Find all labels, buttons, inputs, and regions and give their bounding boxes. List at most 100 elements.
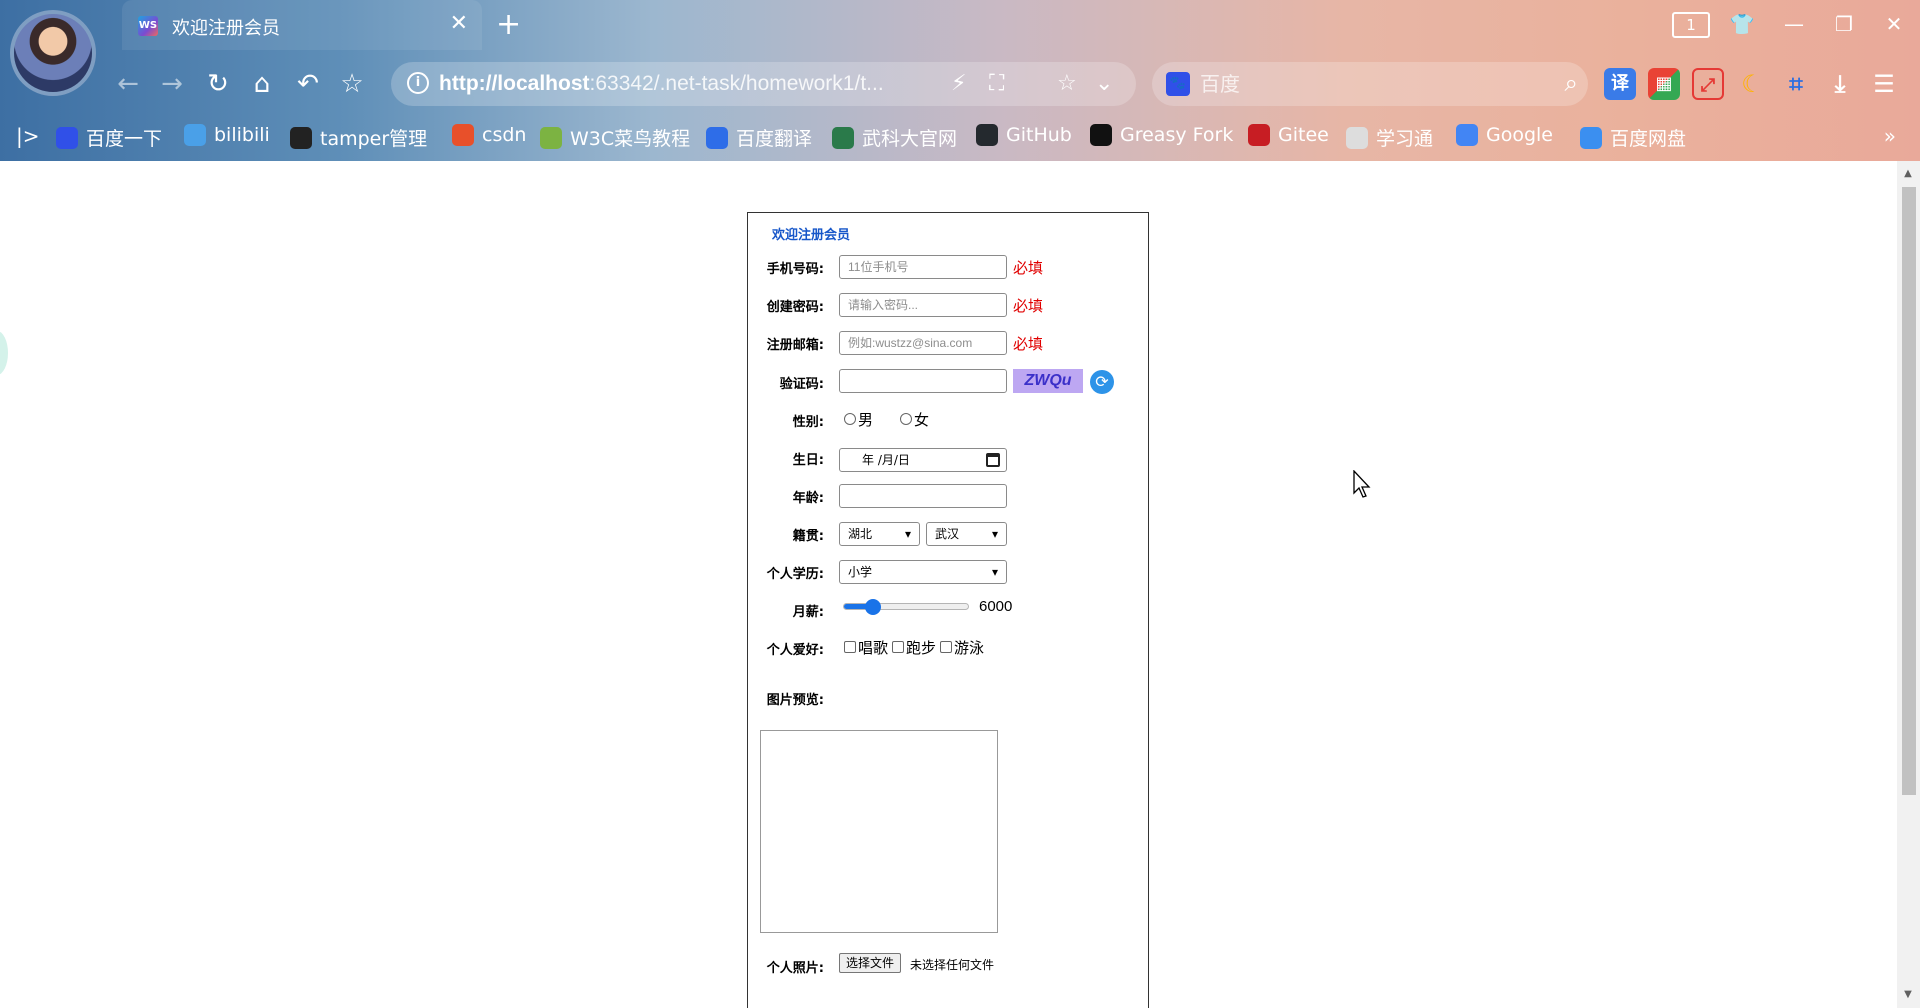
salary-label: 月薪: [792, 605, 824, 620]
province-value: 湖北 [848, 527, 873, 541]
new-tab-icon[interactable]: + [496, 8, 521, 42]
bookmark-wust[interactable]: 武科大官网 [832, 124, 957, 151]
city-value: 武汉 [935, 527, 960, 541]
tab-active[interactable]: WS 欢迎注册会员 ✕ [122, 0, 482, 50]
bookmark-label: 百度翻译 [736, 128, 813, 150]
education-value: 小学 [848, 565, 873, 579]
shirt-icon[interactable]: 👕 [1724, 10, 1760, 38]
salary-slider[interactable] [843, 603, 969, 610]
bookmark-google[interactable]: Google [1456, 124, 1553, 146]
hobby-swim-label: 游泳 [954, 639, 985, 657]
bookmark-label: Google [1486, 124, 1554, 146]
bookmark-baidu[interactable]: 百度一下 [56, 124, 162, 151]
search-input[interactable] [1200, 70, 1530, 98]
salary-slider-thumb[interactable] [865, 599, 882, 615]
hobby-swim-checkbox[interactable] [940, 641, 952, 653]
calendar-icon[interactable] [986, 453, 1000, 467]
refresh-icon[interactable]: ⟳ [1090, 370, 1114, 394]
bookmark-label: bilibili [214, 124, 270, 146]
runoob-icon [540, 126, 562, 149]
csdn-icon [452, 124, 474, 146]
bookmark-github[interactable]: GitHub [976, 124, 1072, 146]
bookmark-label: Greasy Fork [1120, 124, 1234, 146]
star-icon[interactable]: ☆ [334, 66, 370, 102]
password-input[interactable] [839, 293, 1007, 317]
baidu-icon [56, 126, 78, 149]
hobby-sing-label: 唱歌 [858, 639, 889, 657]
hobby-sing-checkbox[interactable] [844, 641, 856, 653]
night-mode-icon[interactable]: ☾ [1736, 68, 1768, 100]
captcha-input[interactable] [839, 369, 1007, 393]
bookmark-csdn[interactable]: csdn [452, 124, 526, 146]
age-label: 年龄: [792, 491, 824, 506]
sidebar-toggle-icon[interactable]: |> [16, 124, 40, 148]
bookmark-tampermonkey[interactable]: tamper管理 [290, 124, 427, 151]
scroll-thumb[interactable] [1902, 187, 1916, 795]
tab-counter[interactable]: 1 [1672, 12, 1710, 38]
forward-icon[interactable]: → [154, 66, 190, 102]
download-icon[interactable]: ⤓ [1824, 68, 1856, 100]
scan-icon[interactable]: ⛶ [989, 70, 1004, 98]
choose-file-button[interactable]: 选择文件 [839, 953, 902, 973]
address-bar[interactable]: i http://localhost:63342/.net-task/homew… [391, 62, 1136, 106]
chevron-down-icon[interactable]: ⌄ [1095, 70, 1113, 98]
email-input[interactable] [839, 331, 1007, 355]
url-text[interactable]: http://localhost:63342/.net-task/homewor… [439, 72, 884, 96]
city-select[interactable]: 武汉 ▾ [926, 522, 1007, 546]
birthday-input[interactable]: 年 /月/日 [839, 448, 1007, 472]
home-icon[interactable]: ⌂ [244, 66, 280, 102]
education-select[interactable]: 小学 ▾ [839, 560, 1007, 584]
phone-input[interactable] [839, 255, 1007, 279]
undo-icon[interactable]: ↶ [290, 66, 326, 102]
reload-icon[interactable]: ↻ [200, 66, 236, 102]
gender-label: 性别: [792, 415, 824, 430]
scroll-down-icon[interactable]: ▼ [1901, 988, 1915, 1002]
photo-label: 个人照片: [766, 961, 824, 976]
close-icon[interactable]: ✕ [450, 12, 468, 36]
bookmark-label: csdn [482, 124, 527, 146]
bookmark-runoob[interactable]: W3C菜鸟教程 [540, 124, 690, 151]
bookmark-baidu-translate[interactable]: 百度翻译 [706, 124, 812, 151]
page-scrollbar[interactable]: ▲ ▼ [1897, 161, 1920, 1008]
bookmark-bilibili[interactable]: bilibili [184, 124, 270, 146]
province-select[interactable]: 湖北 ▾ [839, 522, 920, 546]
password-required: 必填 [1013, 297, 1044, 315]
captcha-label: 验证码: [779, 377, 824, 392]
hobby-run-checkbox[interactable] [892, 641, 904, 653]
lightning-icon[interactable]: ⚡ [951, 70, 966, 98]
apps-icon[interactable]: ▦ [1648, 68, 1680, 100]
scroll-up-icon[interactable]: ▲ [1901, 167, 1915, 181]
captcha-image[interactable]: ZWQu [1013, 369, 1083, 393]
favorite-icon[interactable]: ☆ [1057, 70, 1077, 98]
site-info-icon[interactable]: i [407, 72, 429, 94]
side-widget[interactable] [0, 331, 8, 375]
pdf-icon[interactable]: ⤢ [1692, 68, 1724, 100]
window-close-icon[interactable]: ✕ [1876, 10, 1912, 38]
translate-icon[interactable]: 译 [1604, 68, 1636, 100]
baidu-pan-icon [1580, 126, 1602, 149]
bookmark-baidu-pan[interactable]: 百度网盘 [1580, 124, 1686, 151]
more-bookmarks-icon[interactable]: » [1884, 124, 1896, 148]
greasyfork-icon [1090, 124, 1112, 146]
gender-female-label: 女 [914, 411, 930, 429]
baidu-paw-icon[interactable]: 🐾 [1166, 72, 1190, 96]
search-icon[interactable]: ⌕ [1565, 68, 1578, 98]
back-icon[interactable]: ← [110, 66, 146, 102]
bookmarks-bar: |> 百度一下 bilibili tamper管理 csdn W3C菜鸟教程 百度翻译 武科… [0, 118, 1920, 158]
search-bar[interactable]: 🐾 ⌕ [1152, 62, 1588, 106]
gender-male-radio[interactable] [844, 413, 856, 425]
bookmark-label: 百度网盘 [1610, 128, 1687, 150]
bookmark-gitee[interactable]: Gitee [1248, 124, 1329, 146]
phone-required: 必填 [1013, 259, 1044, 277]
bookmark-label: 武科大官网 [862, 128, 958, 150]
screenshot-icon[interactable]: ⌗ [1780, 68, 1812, 100]
bookmark-greasyfork[interactable]: Greasy Fork [1090, 124, 1233, 146]
restore-icon[interactable]: ❐ [1826, 10, 1862, 38]
age-input[interactable] [839, 484, 1007, 508]
email-required: 必填 [1013, 335, 1044, 353]
bookmark-globe[interactable]: 学习通 [1346, 124, 1433, 151]
menu-icon[interactable]: ☰ [1868, 68, 1900, 100]
gender-female-radio[interactable] [900, 413, 912, 425]
minimize-icon[interactable]: — [1776, 10, 1812, 38]
profile-avatar[interactable] [10, 10, 96, 96]
